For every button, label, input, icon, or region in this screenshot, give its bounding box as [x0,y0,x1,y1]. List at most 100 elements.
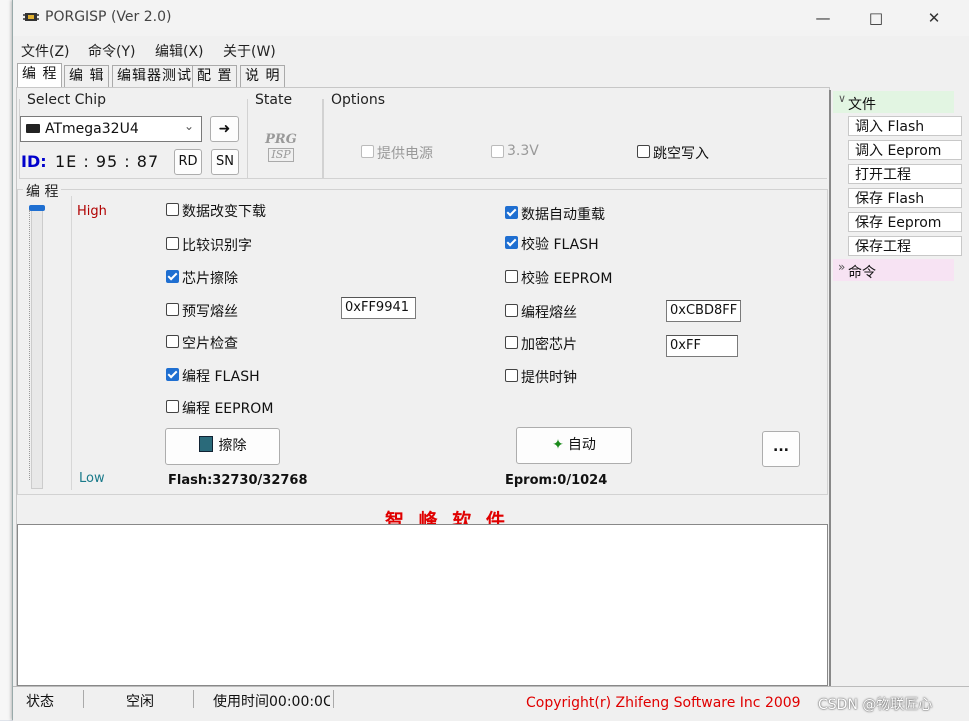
sidebar-item-save-flash[interactable]: 保存 Flash [848,188,962,208]
label-compare-signature: 比较识别字 [182,238,252,254]
slider-high-label: High [77,204,107,219]
app-window: PORGISP (Ver 2.0) — □ ✕ 文件(Z) 命令(Y) 编辑(X… [12,0,969,721]
label-verify-eeprom: 校验 EEPROM [521,271,613,287]
arrow-right-button[interactable]: ➜ [210,116,239,142]
cb-prewrite-fuse[interactable] [166,303,179,316]
chevron-down-icon: ⌄ [184,119,195,133]
menu-about[interactable]: 关于(W) [223,41,276,61]
option-skip-empty-checkbox[interactable] [637,145,650,158]
badge-bottom-text: ISP [268,148,294,162]
label-lock-chip: 加密芯片 [521,337,577,353]
sidebar-item-open-project[interactable]: 打开工程 [848,164,962,184]
tab-editor-test[interactable]: 编辑器测试 [112,65,197,87]
program-group-label: 编 程 [23,181,62,201]
tab-program[interactable]: 编 程 [17,63,63,87]
chip-select[interactable]: ATmega32U4 ⌄ [20,116,202,142]
auto-button[interactable]: ✦ 自动 [516,427,632,464]
slider-low-label: Low [79,471,105,486]
sidebar-command-header-label: 命令 [848,265,876,281]
label-auto-reload: 数据自动重载 [521,207,605,223]
sidebar-item-load-eeprom[interactable]: 调入 Eeprom [848,140,962,160]
flash-info: Flash:32730/32768 [168,473,308,488]
app-logo-icon [23,13,39,21]
minimize-icon[interactable]: — [803,4,843,32]
status-sep-2 [193,690,194,708]
id-label: ID: [21,152,47,171]
sidebar-file-header-label: 文件 [848,97,876,113]
running-man-icon: ✦ [552,437,564,453]
label-prewrite-fuse: 预写熔丝 [182,304,238,320]
brand-banner: 智 峰 软 件 [385,510,509,524]
title-bar: PORGISP (Ver 2.0) — □ ✕ [13,0,969,36]
id-value: 1E : 95 : 87 [55,152,160,171]
options-label: Options [329,92,388,108]
cb-verify-eeprom[interactable] [505,270,518,283]
cb-program-flash[interactable] [166,368,179,381]
sn-button[interactable]: SN [211,149,239,175]
sidebar-file-header[interactable]: ∨ 文件 [833,91,954,113]
status-sep-3 [333,690,334,708]
lock-bits-input[interactable]: 0xFF [666,335,738,357]
background-window-edge [0,0,12,720]
chip-select-value: ATmega32U4 [45,121,139,137]
select-chip-label: Select Chip [25,92,109,108]
cb-compare-signature[interactable] [166,237,179,250]
sidebar-item-load-flash[interactable]: 调入 Flash [848,116,962,136]
window-title: PORGISP (Ver 2.0) [45,9,172,25]
sidebar-item-save-eeprom[interactable]: 保存 Eeprom [848,212,962,232]
label-download-on-change: 数据改变下载 [182,204,266,220]
menu-bar: 文件(Z) 命令(Y) 编辑(X) 关于(W) [13,38,969,62]
close-icon[interactable]: ✕ [914,4,954,32]
label-verify-flash: 校验 FLASH [521,237,599,253]
status-time: 使用时间00:00:0C [213,694,330,710]
cb-program-eeprom[interactable] [166,400,179,413]
speed-slider-thumb[interactable] [29,205,45,211]
sidebar-item-save-project[interactable]: 保存工程 [848,236,962,256]
erase-button[interactable]: 擦除 [165,428,280,465]
cb-auto-reload[interactable] [505,206,518,219]
tab-config[interactable]: 配 置 [192,65,238,87]
trash-icon [198,436,213,452]
state-label: State [253,92,295,108]
status-label: 状态 [26,694,54,710]
chip-icon [26,124,40,133]
menu-file[interactable]: 文件(Z) [21,41,70,61]
sidebar-command-header[interactable]: » 命令 [833,259,954,281]
label-program-fuse: 编程熔丝 [521,305,577,321]
more-button[interactable]: ... [762,431,800,467]
status-copyright: Copyright(r) Zhifeng Software Inc 2009 [526,695,801,711]
eprom-info: Eprom:0/1024 [505,473,608,488]
cb-chip-erase[interactable] [166,270,179,283]
maximize-icon[interactable]: □ [856,4,896,32]
menu-command[interactable]: 命令(Y) [88,41,135,61]
prg-isp-badge: PRG ISP [262,133,300,167]
option-3v3-checkbox[interactable] [491,145,504,158]
option-skip-empty-label: 跳空写入 [653,146,709,162]
status-sep-1 [83,690,84,708]
erase-button-label: 擦除 [218,438,247,454]
options-group [323,99,827,179]
auto-button-label: 自动 [567,437,596,453]
csdn-watermark: CSDN @物联匠心 [818,697,933,713]
menu-edit[interactable]: 编辑(X) [155,41,204,61]
fuse-input[interactable]: 0xCBD8FF [666,300,741,322]
tab-row: 编 程 编 辑 编辑器测试 配 置 说 明 [13,63,969,87]
cb-download-on-change[interactable] [166,203,179,216]
rd-button[interactable]: RD [174,149,202,175]
label-program-eeprom: 编程 EEPROM [182,401,274,417]
option-3v3-label: 3.3V [507,143,539,159]
label-program-flash: 编程 FLASH [182,369,260,385]
badge-top-text: PRG [265,132,297,147]
cb-blank-check[interactable] [166,335,179,348]
option-power-checkbox[interactable] [361,145,374,158]
speed-slider-track[interactable] [31,205,43,489]
cb-verify-flash[interactable] [505,236,518,249]
tab-help[interactable]: 说 明 [240,65,286,87]
prewrite-fuse-input[interactable]: 0xFF9941 [341,297,416,319]
log-textarea[interactable] [17,524,828,686]
cb-program-fuse[interactable] [505,304,518,317]
cb-provide-clock[interactable] [505,369,518,382]
label-chip-erase: 芯片擦除 [182,271,238,287]
tab-edit[interactable]: 编 辑 [64,65,110,87]
cb-lock-chip[interactable] [505,336,518,349]
